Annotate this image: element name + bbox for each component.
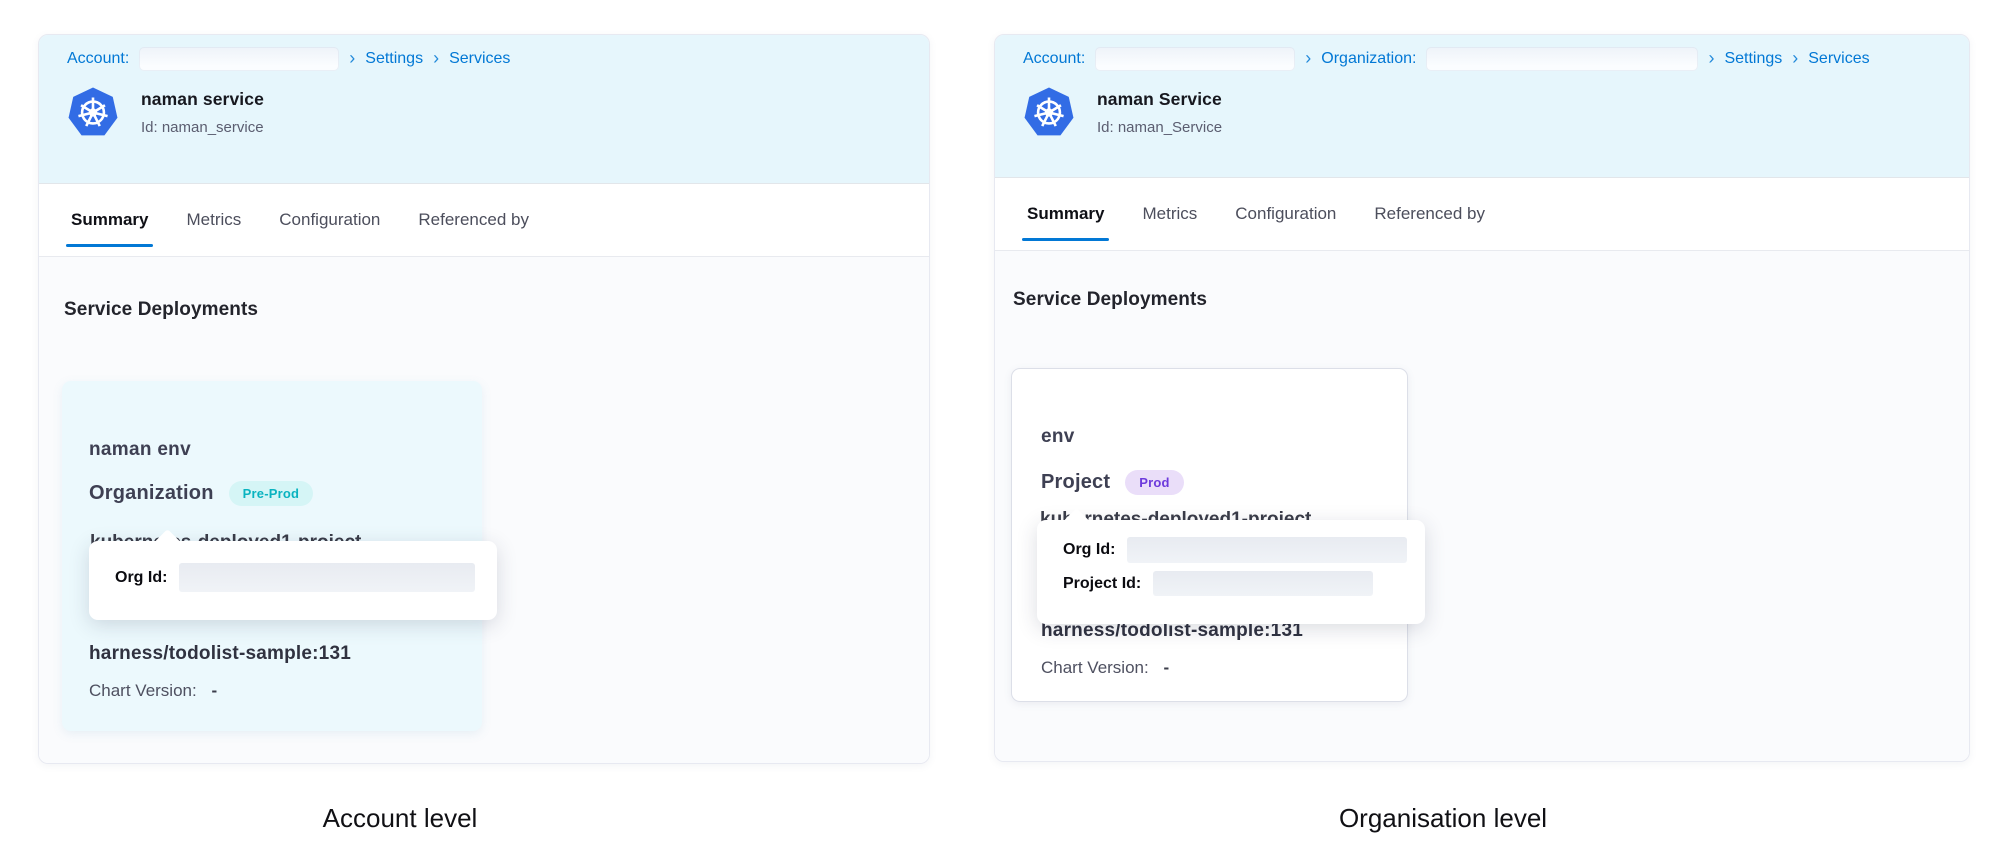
service-title-row: naman Service Id: naman_Service — [1023, 86, 1941, 138]
chevron-right-icon: › — [349, 48, 355, 69]
project-id-row: Project Id: — [1063, 571, 1425, 596]
account-level-panel: Account: › Settings › Services — [38, 34, 930, 764]
redacted-account-name — [139, 47, 339, 71]
chart-version-label: Chart Version: — [1041, 658, 1149, 677]
scope-row: Organization Pre-Prod — [89, 481, 313, 506]
tab-metrics[interactable]: Metrics — [1142, 178, 1197, 250]
breadcrumb: Account: › Settings › Services — [67, 47, 901, 71]
tab-configuration[interactable]: Configuration — [1235, 178, 1336, 250]
organisation-level-panel: Account: › Organization: › Settings › Se… — [994, 34, 1970, 762]
caption-account-level: Account level — [323, 803, 478, 834]
chart-version-value: - — [211, 681, 217, 700]
redacted-project-id-value — [1153, 571, 1373, 596]
redacted-account-name — [1095, 47, 1295, 71]
breadcrumb-organization-link[interactable]: Organization: — [1321, 50, 1416, 68]
chart-version-row: Chart Version: - — [89, 681, 217, 701]
tab-configuration[interactable]: Configuration — [279, 184, 380, 256]
breadcrumb-services-link[interactable]: Services — [449, 50, 510, 68]
summary-tab-content: Service Deployments env Project Prod har… — [995, 251, 1969, 761]
tooltip-body: Org Id: — [89, 541, 497, 592]
service-name: naman Service — [1097, 89, 1222, 110]
service-header: Account: › Settings › Services — [39, 35, 929, 183]
org-project-id-tooltip: Org Id: Project Id: — [1037, 520, 1425, 624]
breadcrumb-settings-link[interactable]: Settings — [1724, 50, 1782, 68]
chart-version-row: Chart Version: - — [1041, 658, 1169, 678]
tab-bar: Summary Metrics Configuration Referenced… — [39, 183, 929, 257]
environment-name: env — [1041, 426, 1075, 448]
caption-organisation-level: Organisation level — [1339, 803, 1547, 834]
chart-version-value: - — [1163, 658, 1169, 677]
environment-name: naman env — [89, 439, 191, 461]
org-id-row: Org Id: — [115, 563, 497, 592]
kubernetes-icon — [67, 86, 119, 138]
service-title-row: naman service Id: naman_service — [67, 86, 901, 138]
org-id-label: Org Id: — [115, 569, 167, 587]
tab-referenced-by[interactable]: Referenced by — [1374, 178, 1485, 250]
redacted-organization-name — [1426, 47, 1698, 71]
breadcrumb-account-link[interactable]: Account: — [1023, 50, 1085, 68]
org-id-label: Org Id: — [1063, 541, 1115, 559]
artifact-name: harness/todolist-sample:131 — [89, 643, 351, 665]
tab-metrics[interactable]: Metrics — [186, 184, 241, 256]
org-id-row: Org Id: — [1063, 537, 1425, 563]
env-type-badge: Pre-Prod — [229, 481, 314, 506]
tooltip-body: Org Id: Project Id: — [1037, 520, 1425, 596]
chevron-right-icon: › — [1305, 48, 1311, 69]
scope-label: Project — [1041, 471, 1110, 494]
chevron-right-icon: › — [433, 48, 439, 69]
redacted-org-id-value — [179, 563, 475, 592]
breadcrumb: Account: › Organization: › Settings › Se… — [1023, 47, 1941, 71]
service-identity: naman Service Id: naman_Service — [1097, 89, 1222, 136]
breadcrumb-settings-link[interactable]: Settings — [365, 50, 423, 68]
tab-referenced-by[interactable]: Referenced by — [418, 184, 529, 256]
scope-row: Project Prod — [1041, 470, 1184, 495]
env-type-badge: Prod — [1125, 470, 1183, 495]
project-id-label: Project Id: — [1063, 575, 1141, 593]
service-name: naman service — [141, 89, 264, 110]
summary-tab-content: Service Deployments naman env Organizati… — [39, 257, 929, 763]
org-id-tooltip: Org Id: — [89, 541, 497, 620]
breadcrumb-services-link[interactable]: Services — [1808, 50, 1869, 68]
service-id: Id: naman_service — [141, 119, 264, 136]
kubernetes-icon — [1023, 86, 1075, 138]
service-id: Id: naman_Service — [1097, 119, 1222, 136]
tab-summary[interactable]: Summary — [1027, 178, 1104, 250]
chevron-right-icon: › — [1792, 48, 1798, 69]
tab-bar: Summary Metrics Configuration Referenced… — [995, 177, 1969, 251]
section-title: Service Deployments — [64, 299, 258, 321]
tab-summary[interactable]: Summary — [71, 184, 148, 256]
service-header: Account: › Organization: › Settings › Se… — [995, 35, 1969, 177]
screenshot-canvas: Account: › Settings › Services — [0, 0, 2000, 865]
service-identity: naman service Id: naman_service — [141, 89, 264, 136]
chevron-right-icon: › — [1708, 48, 1714, 69]
redacted-org-id-value — [1127, 537, 1407, 563]
chart-version-label: Chart Version: — [89, 681, 197, 700]
section-title: Service Deployments — [1013, 289, 1207, 311]
scope-label: Organization — [89, 482, 214, 505]
breadcrumb-account-link[interactable]: Account: — [67, 50, 129, 68]
